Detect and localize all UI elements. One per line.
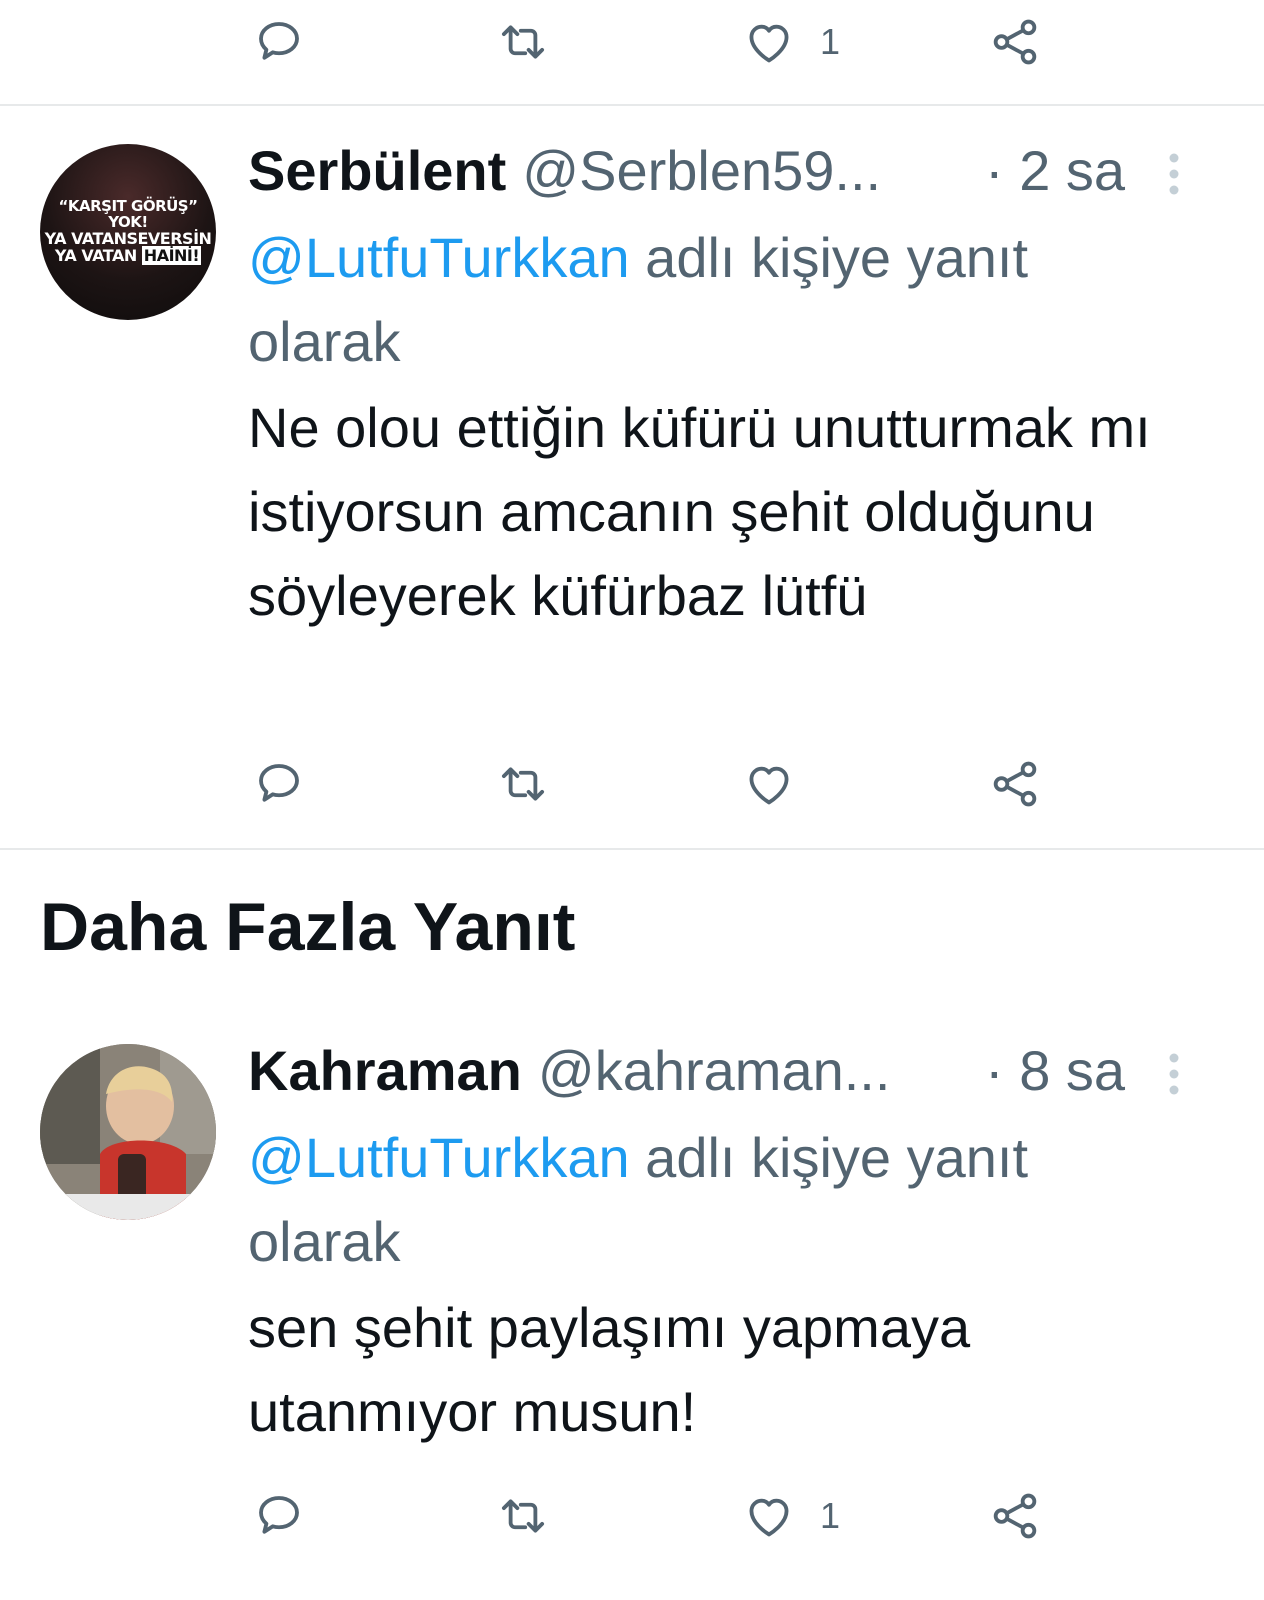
reply-icon xyxy=(252,757,306,811)
like-button[interactable]: 1 xyxy=(742,1476,840,1556)
section-title: Daha Fazla Yanıt xyxy=(40,889,576,965)
share-button[interactable] xyxy=(988,2,1042,82)
display-name[interactable]: Kahraman xyxy=(248,1038,522,1103)
retweet-button[interactable] xyxy=(496,744,550,824)
retweet-button[interactable] xyxy=(496,2,550,82)
avatar-text-line3: YA VATAN HAİNİ! xyxy=(54,245,202,265)
more-vertical-icon[interactable] xyxy=(1162,1050,1186,1098)
share-icon xyxy=(988,757,1042,811)
retweet-icon xyxy=(496,1489,550,1543)
divider xyxy=(0,848,1264,850)
reply-button[interactable] xyxy=(252,1476,306,1556)
tweet-actions: 1 xyxy=(0,1476,1264,1556)
tweet-header: Kahraman @kahraman... xyxy=(248,1030,890,1110)
share-icon xyxy=(988,1489,1042,1543)
replying-to: @LutfuTurkkan adlı kişiye yanıt olarak xyxy=(248,216,1148,384)
tweet[interactable]: “KARŞIT GÖRÜŞ” YOK! YA VATANSEVERSİN YA … xyxy=(0,130,1264,850)
divider xyxy=(0,104,1264,106)
tweet-text: Ne olou ettiğin küfürü unutturmak mı ist… xyxy=(248,396,1151,627)
mention-link[interactable]: @LutfuTurkkan xyxy=(248,226,630,289)
heart-icon xyxy=(742,1489,796,1543)
retweet-icon xyxy=(496,15,550,69)
tweet-header: Serbülent @Serblen59... xyxy=(248,130,881,210)
like-count: 1 xyxy=(820,21,841,62)
tweet[interactable]: Kahraman @kahraman... · 8 sa @LutfuTurkk… xyxy=(0,1030,1264,1600)
retweet-icon xyxy=(496,757,550,811)
timestamp[interactable]: · 2 sa xyxy=(985,130,1125,210)
retweet-button[interactable] xyxy=(496,1476,550,1556)
mention-link[interactable]: @LutfuTurkkan xyxy=(248,1126,630,1189)
avatar-text-line1: “KARŞIT GÖRÜŞ” YOK! xyxy=(58,197,198,232)
share-button[interactable] xyxy=(988,744,1042,824)
tweet-actions-top: 1 xyxy=(0,2,1264,82)
reply-button[interactable] xyxy=(252,744,306,824)
avatar[interactable]: “KARŞIT GÖRÜŞ” YOK! YA VATANSEVERSİN YA … xyxy=(40,144,216,320)
heart-icon xyxy=(742,757,796,811)
share-button[interactable] xyxy=(988,1476,1042,1556)
timestamp[interactable]: · 8 sa xyxy=(985,1030,1125,1110)
like-button[interactable] xyxy=(742,744,820,824)
more-vertical-icon[interactable] xyxy=(1162,150,1186,198)
reply-icon xyxy=(252,1489,306,1543)
tweet-text: sen şehit paylaşımı yapmaya utanmıyor mu… xyxy=(248,1296,971,1443)
replying-to: @LutfuTurkkan adlı kişiye yanıt olarak xyxy=(248,1116,1148,1284)
display-name[interactable]: Serbülent xyxy=(248,138,506,203)
avatar[interactable] xyxy=(40,1044,216,1220)
share-icon xyxy=(988,15,1042,69)
user-handle[interactable]: @Serblen59... xyxy=(522,138,881,203)
tweet-actions xyxy=(0,744,1264,824)
avatar-photo xyxy=(40,1044,216,1220)
reply-button[interactable] xyxy=(252,2,306,82)
heart-icon xyxy=(742,15,796,69)
like-button[interactable]: 1 xyxy=(742,2,840,82)
reply-icon xyxy=(252,15,306,69)
like-count: 1 xyxy=(820,1495,841,1536)
avatar-text-highlight: HAİNİ! xyxy=(141,245,202,265)
avatar-text-prefix: YA VATAN xyxy=(54,245,142,265)
user-handle[interactable]: @kahraman... xyxy=(538,1038,891,1103)
